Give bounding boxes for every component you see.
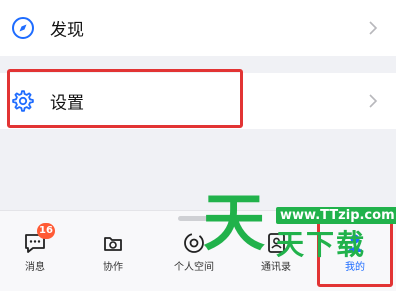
- chevron-right-icon: [369, 94, 378, 108]
- watermark-url: www.TTzip.com: [276, 207, 396, 224]
- compass-icon: [12, 17, 34, 39]
- watermark-logo-char: 天: [203, 186, 266, 259]
- collaboration-icon: [104, 237, 122, 251]
- unread-badge: 16: [37, 223, 55, 239]
- tab-messages[interactable]: 16 消息: [0, 223, 70, 273]
- tab-collaboration-label: 协作: [103, 262, 123, 273]
- settings-highlight-box: [7, 69, 243, 128]
- tab-personal-space-label: 个人空间: [174, 262, 214, 273]
- watermark-text: 天下载: [276, 228, 367, 261]
- tab-messages-label: 消息: [25, 262, 45, 273]
- chevron-right-icon: [369, 21, 378, 35]
- menu-item-discover-label: 发现: [50, 20, 84, 41]
- tab-collaboration[interactable]: 协作: [78, 230, 148, 273]
- menu-item-discover[interactable]: 发现: [0, 0, 396, 56]
